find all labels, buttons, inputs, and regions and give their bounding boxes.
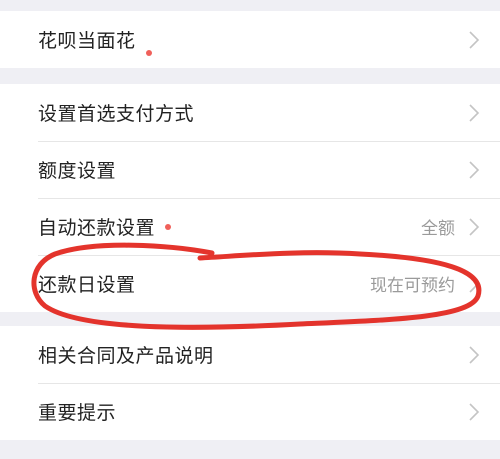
row-limit-settings[interactable]: 额度设置 [0, 141, 500, 198]
row-preferred-payment[interactable]: 设置首选支付方式 [0, 84, 500, 141]
row-label: 相关合同及产品说明 [38, 345, 214, 367]
row-label: 自动还款设置 [38, 217, 156, 239]
top-gap [0, 0, 500, 11]
row-label: 花呗当面花 [38, 30, 136, 52]
row-huabei-dangmianhua[interactable]: 花呗当面花 [0, 11, 500, 68]
chevron-right-icon [469, 30, 480, 49]
settings-group-3: 相关合同及产品说明 重要提示 [0, 326, 500, 440]
row-value: 全额 [421, 219, 455, 239]
row-value: 现在可预约 [370, 276, 455, 296]
row-contracts-docs[interactable]: 相关合同及产品说明 [0, 326, 500, 383]
row-auto-repayment[interactable]: 自动还款设置 全额 [0, 198, 500, 255]
row-label: 重要提示 [38, 402, 117, 424]
row-label: 额度设置 [38, 160, 117, 182]
settings-page: 花呗当面花 设置首选支付方式 额度设置 自动还款设置 全额 还款日设置 现在可预… [0, 0, 500, 459]
chevron-right-icon [469, 217, 480, 236]
red-dot-icon [165, 224, 171, 230]
chevron-right-icon [469, 103, 480, 122]
chevron-right-icon [469, 345, 480, 364]
row-label: 设置首选支付方式 [38, 103, 195, 125]
red-dot-icon [146, 50, 152, 56]
row-label: 还款日设置 [38, 274, 136, 296]
chevron-right-icon [469, 402, 480, 421]
row-important-notice[interactable]: 重要提示 [0, 383, 500, 440]
settings-group-1: 花呗当面花 [0, 11, 500, 68]
row-repayment-day[interactable]: 还款日设置 现在可预约 [0, 255, 500, 312]
chevron-right-icon [469, 160, 480, 179]
chevron-right-icon [469, 274, 480, 293]
settings-group-2: 设置首选支付方式 额度设置 自动还款设置 全额 还款日设置 现在可预约 [0, 84, 500, 312]
